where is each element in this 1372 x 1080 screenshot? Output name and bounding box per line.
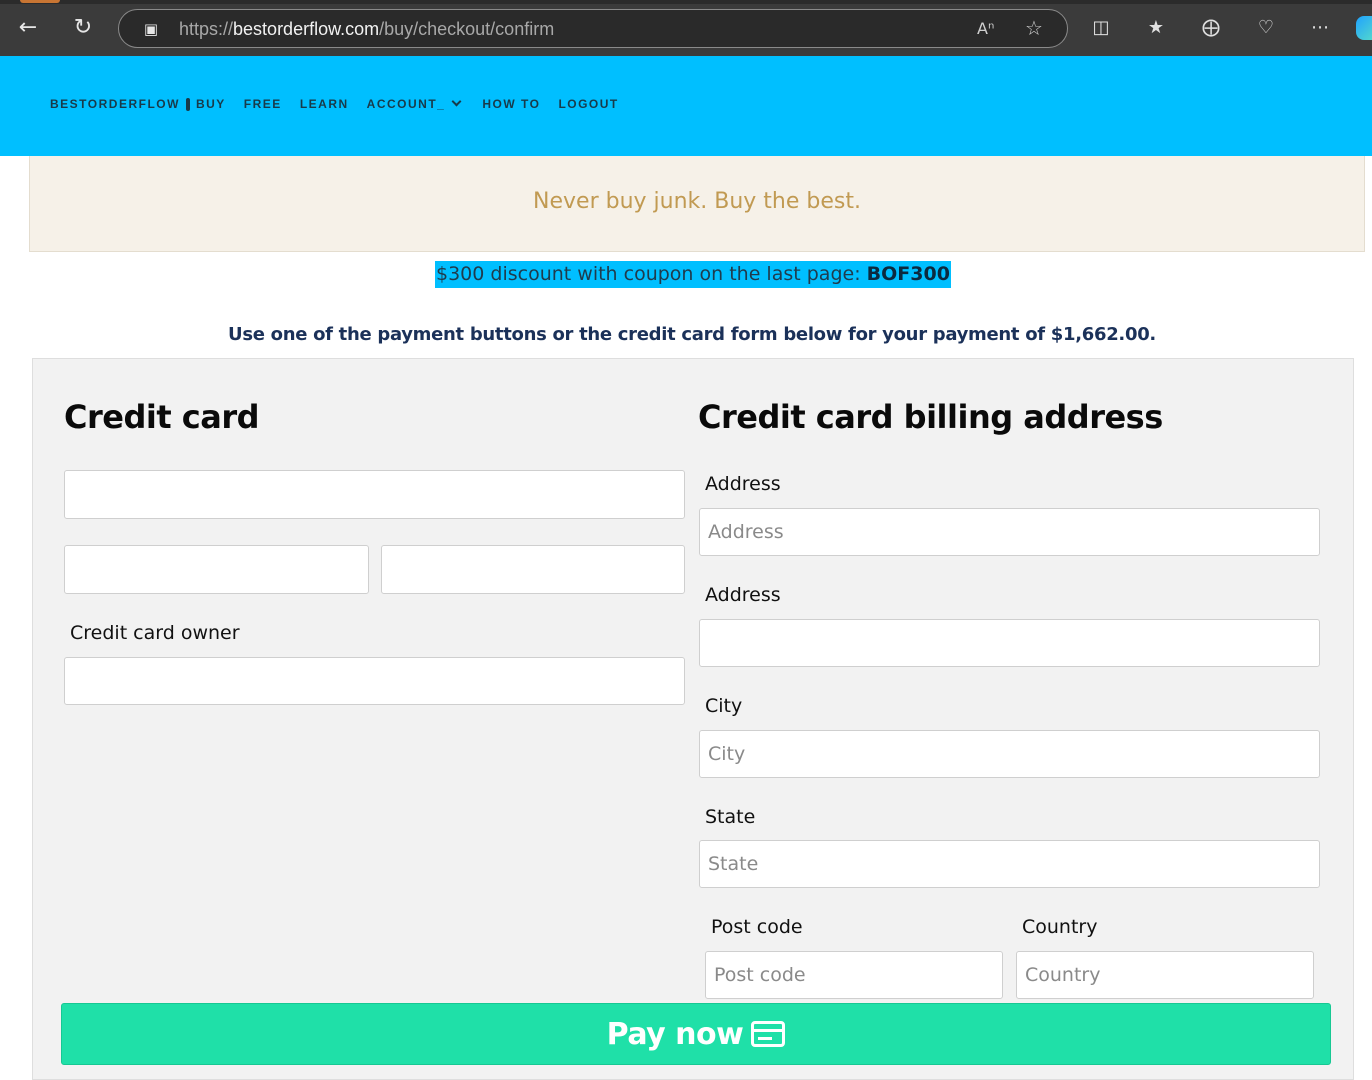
url-text[interactable]: https://bestorderflow.com/buy/checkout/c… xyxy=(179,19,554,39)
slogan-text: Never buy junk. Buy the best. xyxy=(533,189,861,214)
lock-icon[interactable]: ▣ xyxy=(141,19,161,39)
split-screen-icon[interactable]: ◫ xyxy=(1085,12,1117,44)
url-path: /buy/checkout/confirm xyxy=(379,19,555,39)
refresh-icon[interactable]: ↻ xyxy=(67,12,99,44)
address-label: Address xyxy=(705,473,781,495)
active-tab-indicator[interactable] xyxy=(20,0,60,3)
browser-essentials-icon[interactable]: ♡ xyxy=(1250,12,1282,44)
credit-card-icon xyxy=(751,1021,786,1047)
card-owner-field[interactable] xyxy=(64,657,685,705)
nav-separator xyxy=(185,97,190,111)
state-label: State xyxy=(705,806,756,828)
url-prefix: https:// xyxy=(179,19,234,39)
city-label: City xyxy=(705,695,743,717)
card-cvc-field[interactable] xyxy=(381,545,685,594)
favorites-icon[interactable]: ★ xyxy=(1140,12,1172,44)
copilot-icon[interactable] xyxy=(1356,16,1372,40)
nav-item-account[interactable]: ACCOUNT_ xyxy=(367,97,446,111)
payment-instruction: Use one of the payment buttons or the cr… xyxy=(228,324,1156,345)
nav-item-buy[interactable]: BUY xyxy=(196,97,226,111)
chevron-down-icon[interactable] xyxy=(451,96,462,107)
nav-item-free[interactable]: FREE xyxy=(244,97,282,111)
credit-card-heading: Credit card xyxy=(64,398,260,436)
nav-item-how-to[interactable]: HOW TO xyxy=(482,97,540,111)
url-host: bestorderflow.com xyxy=(233,19,380,39)
country-label: Country xyxy=(1022,916,1098,938)
back-icon[interactable]: ← xyxy=(12,12,44,44)
address-field[interactable] xyxy=(699,508,1320,556)
browser-toolbar: ← ↻ ▣ https://bestorderflow.com/buy/chec… xyxy=(0,0,1372,56)
city-field[interactable] xyxy=(699,730,1320,778)
card-owner-label: Credit card owner xyxy=(70,622,240,644)
discount-notice: $300 discount with coupon on the last pa… xyxy=(435,261,951,288)
nav-item-learn[interactable]: LEARN xyxy=(300,97,349,111)
card-expiry-field[interactable] xyxy=(64,545,369,594)
postcode-label: Post code xyxy=(711,916,803,938)
coupon-code: BOF300 xyxy=(866,263,950,285)
address2-field[interactable] xyxy=(699,619,1320,667)
state-field[interactable] xyxy=(699,840,1320,888)
pay-now-label: Pay now xyxy=(606,1016,744,1052)
site-header: BESTORDERFLOW BUY FREE LEARN ACCOUNT_ HO… xyxy=(0,56,1372,156)
billing-address-heading: Credit card billing address xyxy=(698,398,1163,436)
address-bar[interactable]: ▣ https://bestorderflow.com/buy/checkout… xyxy=(118,9,1068,48)
nav-brand[interactable]: BESTORDERFLOW xyxy=(50,97,180,111)
postcode-field[interactable] xyxy=(705,951,1003,999)
address2-label: Address xyxy=(705,584,781,606)
more-icon[interactable]: ⋯ xyxy=(1304,12,1336,44)
pay-now-button[interactable]: Pay now xyxy=(61,1003,1331,1065)
main-nav: BESTORDERFLOW BUY FREE LEARN ACCOUNT_ HO… xyxy=(50,96,637,111)
country-field[interactable] xyxy=(1016,951,1314,999)
discount-text: $300 discount with coupon on the last pa… xyxy=(436,263,867,285)
favorite-star-icon[interactable]: ☆ xyxy=(1025,16,1043,40)
collections-icon[interactable]: ⨁ xyxy=(1195,12,1227,44)
read-aloud-icon[interactable]: Aⁿ xyxy=(977,18,994,40)
nav-item-logout[interactable]: LOGOUT xyxy=(558,97,618,111)
slogan-banner: Never buy junk. Buy the best. xyxy=(29,156,1365,252)
card-number-field[interactable] xyxy=(64,470,685,519)
tab-strip xyxy=(0,0,1372,4)
